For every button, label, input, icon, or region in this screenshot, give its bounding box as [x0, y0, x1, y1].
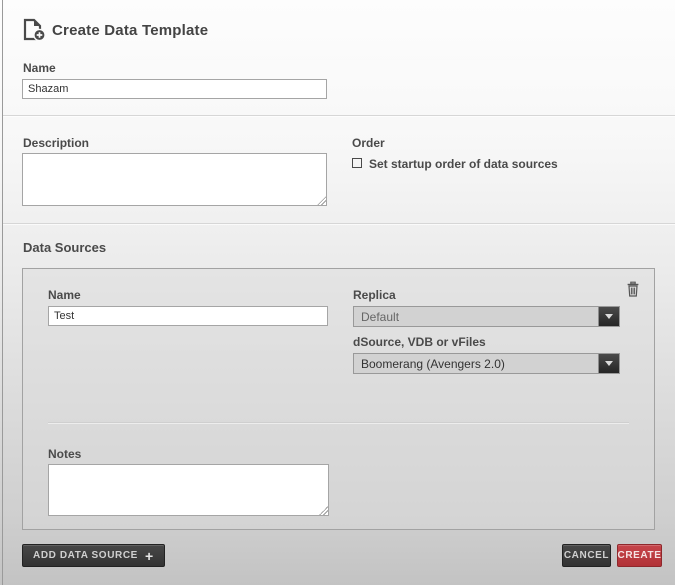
divider-2	[3, 223, 675, 224]
caret-down-icon[interactable]	[598, 307, 619, 326]
name-input[interactable]	[22, 79, 327, 99]
notes-textarea[interactable]	[48, 464, 329, 516]
replica-label: Replica	[353, 288, 396, 302]
description-label: Description	[23, 136, 89, 150]
divider-1	[3, 115, 675, 116]
data-source-card: Name Replica Default dSource, VDB or vFi…	[22, 268, 655, 530]
data-sources-heading: Data Sources	[23, 240, 106, 255]
replica-dropdown-value: Default	[354, 310, 598, 324]
add-data-source-button[interactable]: ADD DATA SOURCE +	[22, 544, 165, 567]
replica-dropdown[interactable]: Default	[353, 306, 620, 327]
notes-label: Notes	[48, 447, 81, 461]
create-button-label: CREATE	[618, 550, 662, 561]
startup-order-checkbox[interactable]	[352, 158, 362, 168]
dialog-left-border	[2, 0, 3, 585]
caret-down-icon[interactable]	[598, 354, 619, 373]
document-add-icon	[21, 18, 46, 42]
ds-name-input[interactable]	[48, 306, 328, 326]
order-label: Order	[352, 136, 385, 150]
trash-icon[interactable]	[626, 281, 640, 297]
name-label: Name	[23, 61, 56, 75]
startup-order-checkbox-label[interactable]: Set startup order of data sources	[369, 157, 558, 171]
description-textarea[interactable]	[22, 153, 327, 206]
page-title: Create Data Template	[52, 22, 208, 39]
create-data-template-dialog: Create Data Template Name Description Or…	[0, 0, 675, 585]
dsource-dropdown[interactable]: Boomerang (Avengers 2.0)	[353, 353, 620, 374]
dsource-label: dSource, VDB or vFiles	[353, 335, 486, 349]
card-divider	[48, 422, 629, 423]
add-data-source-label: ADD DATA SOURCE	[33, 550, 138, 561]
create-button[interactable]: CREATE	[617, 544, 662, 567]
cancel-button[interactable]: CANCEL	[562, 544, 611, 567]
ds-name-label: Name	[48, 288, 81, 302]
plus-icon: +	[145, 549, 154, 563]
dsource-dropdown-value: Boomerang (Avengers 2.0)	[354, 357, 598, 371]
cancel-button-label: CANCEL	[564, 550, 609, 561]
